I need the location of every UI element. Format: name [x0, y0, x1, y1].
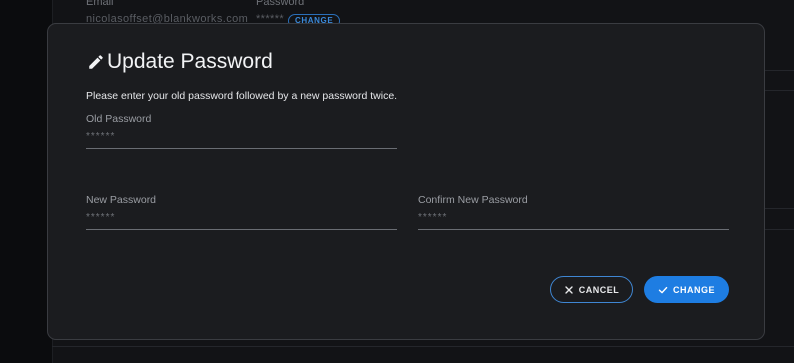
confirm-password-label: Confirm New Password: [418, 194, 528, 206]
dialog-title: Update Password: [87, 50, 273, 74]
old-password-input[interactable]: [86, 131, 397, 149]
check-icon: [658, 285, 668, 295]
pencil-icon: [87, 53, 105, 71]
cancel-button[interactable]: CANCEL: [550, 276, 633, 303]
close-icon: [564, 285, 574, 295]
old-password-label: Old Password: [86, 113, 152, 125]
old-password-field: Old Password: [86, 113, 397, 149]
cancel-button-label: CANCEL: [578, 284, 620, 295]
divider: [765, 208, 794, 209]
divider: [52, 346, 794, 347]
change-button-label: CHANGE: [672, 284, 715, 295]
divider: [765, 90, 794, 91]
dialog-title-text: Update Password: [107, 50, 273, 73]
divider: [765, 229, 794, 230]
confirm-password-input[interactable]: [418, 212, 729, 230]
password-label: Password: [256, 0, 305, 8]
dialog-description: Please enter your old password followed …: [86, 90, 398, 102]
update-password-dialog: Update Password Please enter your old pa…: [47, 23, 765, 340]
new-password-field: New Password: [86, 194, 397, 230]
confirm-password-field: Confirm New Password: [418, 194, 729, 230]
divider: [765, 70, 794, 71]
email-label: Email: [86, 0, 114, 8]
new-password-input[interactable]: [86, 212, 397, 230]
change-button[interactable]: CHANGE: [644, 276, 729, 303]
new-password-label: New Password: [86, 194, 157, 206]
